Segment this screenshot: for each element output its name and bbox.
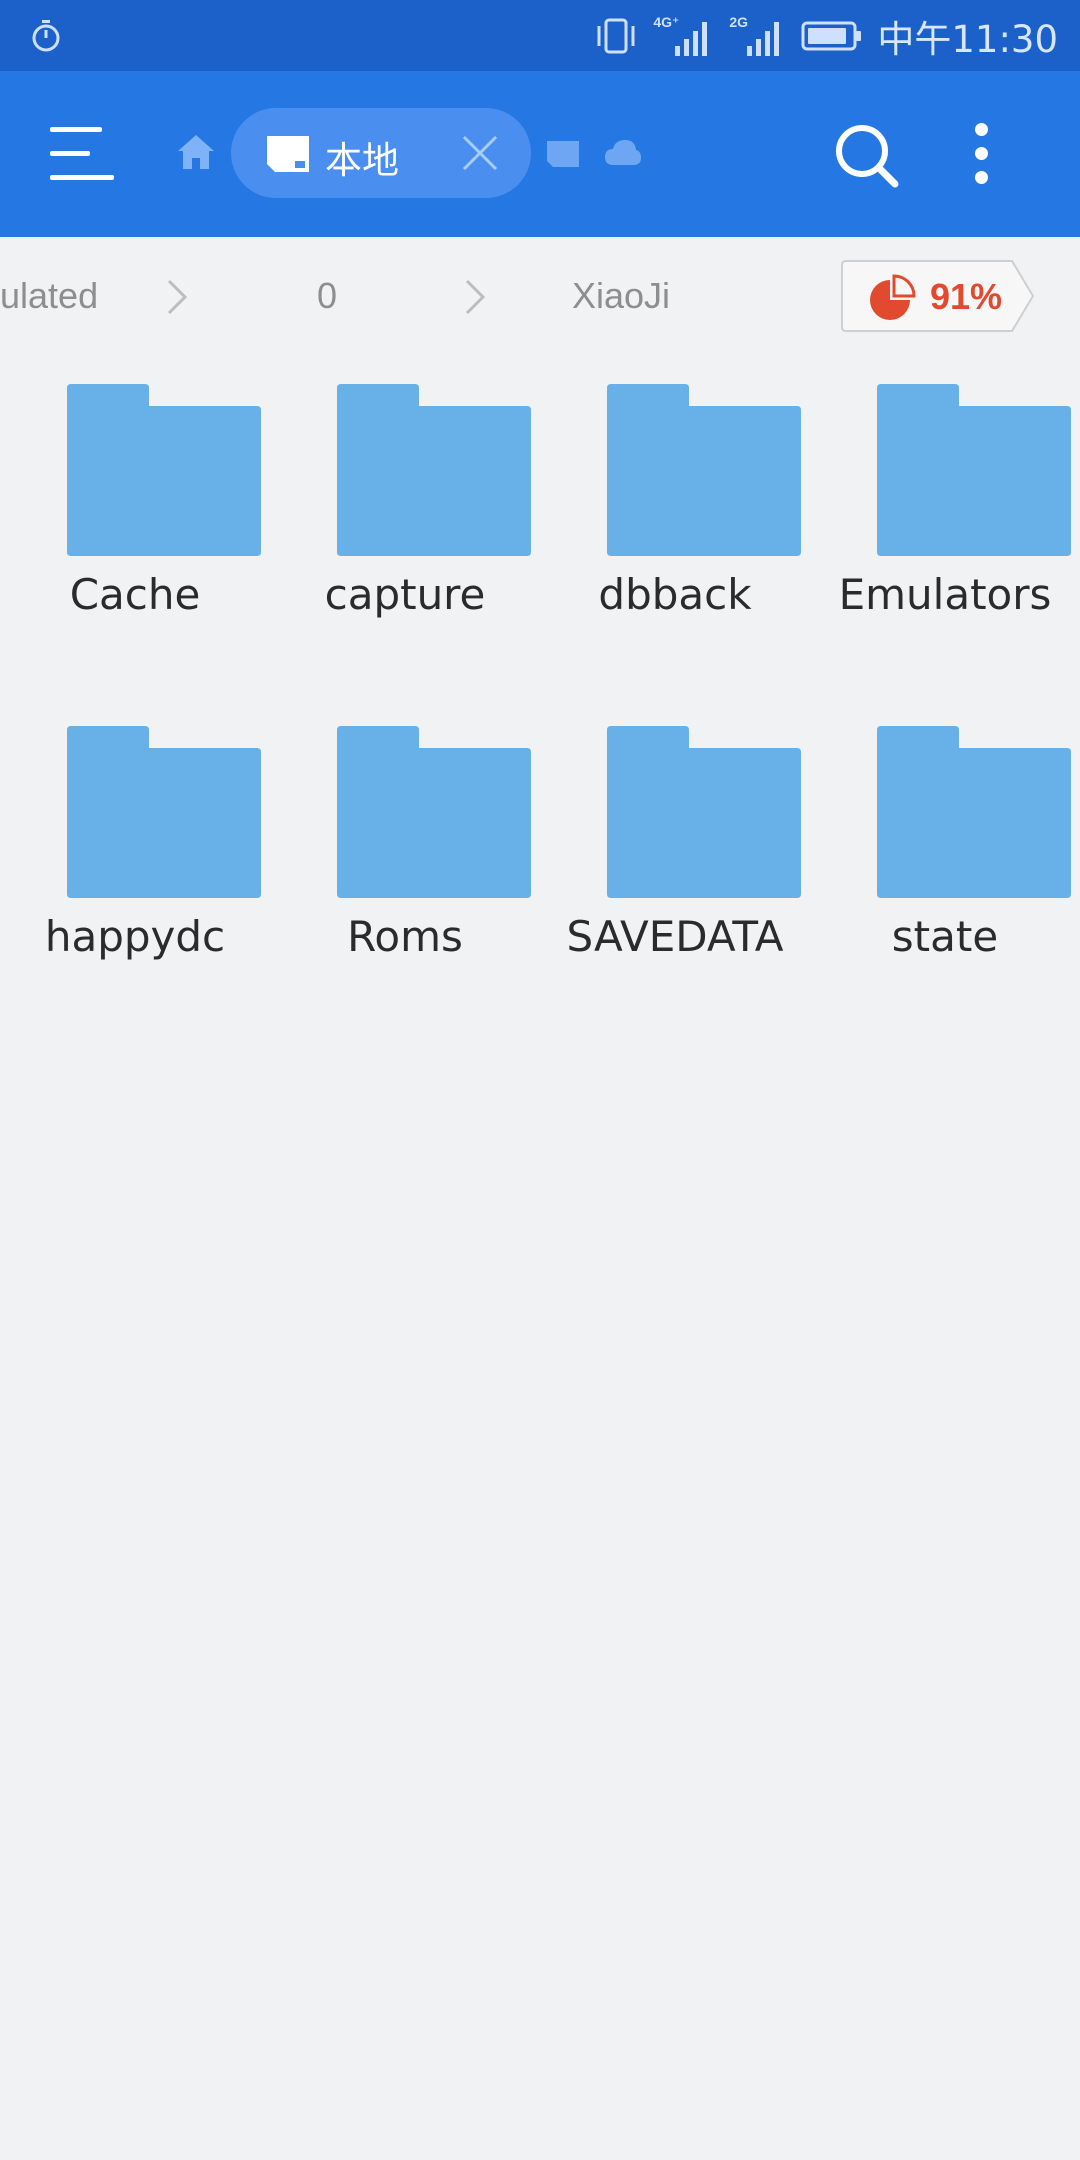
breadcrumb-item[interactable]: 0 [317, 275, 337, 317]
home-icon[interactable] [176, 133, 216, 171]
sd-card-small-icon[interactable] [545, 139, 581, 169]
folder-name: Emulators [838, 570, 1052, 619]
folder-item[interactable]: state [810, 726, 1080, 1006]
more-vert-icon[interactable] [970, 121, 994, 187]
folder-name: Cache [69, 570, 201, 619]
tab-local-label: 本地 [325, 139, 399, 182]
timer-icon [32, 20, 60, 52]
search-icon[interactable] [834, 123, 900, 189]
signal-4g-icon: 4G⁺ [653, 14, 715, 58]
folder-name: SAVEDATA [566, 912, 784, 961]
folder-icon [67, 726, 261, 898]
storage-usage-badge[interactable]: 91% [840, 259, 1035, 333]
sd-card-icon [267, 136, 309, 172]
chevron-right-icon [465, 279, 486, 315]
folder-icon [877, 726, 1071, 898]
folder-name: dbback [598, 570, 752, 619]
vibrate-icon [597, 18, 635, 53]
folder-item[interactable]: capture [270, 384, 540, 664]
folder-item[interactable]: Cache [0, 384, 270, 664]
breadcrumb-item[interactable]: ulated [0, 275, 98, 317]
storage-usage-percent: 91% [930, 276, 1003, 317]
breadcrumb: ulated 0 XiaoJi 91% [0, 237, 1080, 357]
status-time: 中午11:30 [877, 17, 1058, 61]
folder-item[interactable]: dbback [540, 384, 810, 664]
breadcrumb-item[interactable]: XiaoJi [572, 275, 670, 317]
folder-icon [67, 384, 261, 556]
folder-icon [877, 384, 1071, 556]
close-icon[interactable] [461, 134, 499, 172]
folder-name: capture [324, 570, 486, 619]
folder-name: state [891, 912, 999, 961]
folder-icon [337, 726, 531, 898]
folder-name: happydc [44, 912, 226, 961]
signal-2g-icon: 2G [729, 14, 787, 58]
battery-icon [801, 21, 862, 50]
storage-pie-icon [870, 274, 916, 320]
folder-name: Roms [347, 912, 463, 961]
menu-icon[interactable] [50, 127, 114, 183]
folder-icon [337, 384, 531, 556]
toolbar: 本地 [0, 71, 1080, 237]
folder-item[interactable]: Roms [270, 726, 540, 1006]
folder-item[interactable]: happydc [0, 726, 270, 1006]
status-bar: 4G⁺ 2G 中午11:30 [0, 0, 1080, 71]
folder-icon [607, 726, 801, 898]
tab-local[interactable]: 本地 [231, 108, 531, 198]
folder-item[interactable]: Emulators [810, 384, 1080, 664]
folder-icon [607, 384, 801, 556]
chevron-right-icon [167, 279, 188, 315]
cloud-icon[interactable] [603, 137, 643, 167]
folder-item[interactable]: SAVEDATA [540, 726, 810, 1006]
